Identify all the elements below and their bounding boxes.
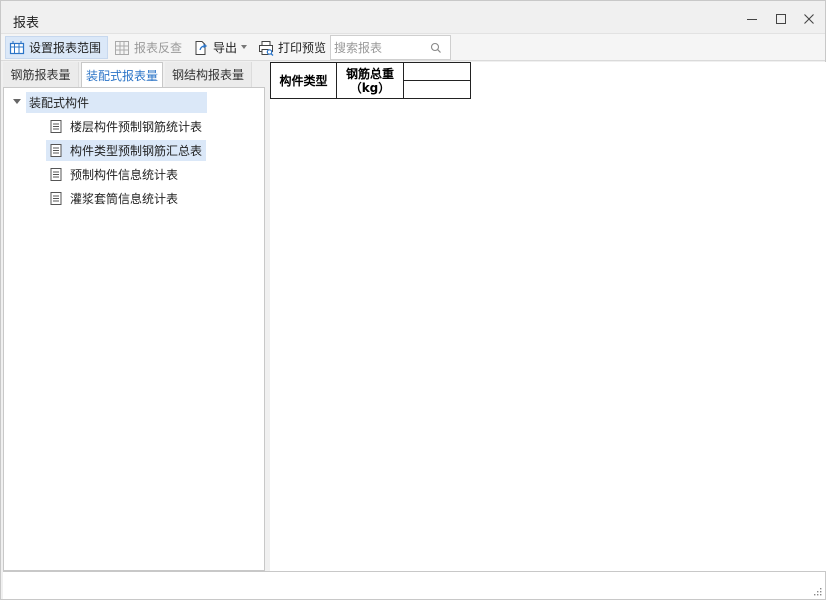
- report-reverse-check-button[interactable]: 报表反查: [111, 36, 185, 59]
- window-title: 报表: [13, 16, 40, 31]
- print-preview-button[interactable]: 打印预览: [255, 36, 329, 59]
- tab-steel-structure-report-label: 钢结构报表量: [171, 68, 244, 82]
- tree-item-floor-prefab-rebar-stats[interactable]: 楼层构件预制钢筋统计表: [46, 116, 206, 137]
- tab-steel-structure-report[interactable]: 钢结构报表量: [165, 62, 252, 87]
- minimize-button[interactable]: [741, 9, 763, 29]
- document-icon: [50, 144, 62, 157]
- document-icon: [50, 120, 62, 133]
- report-table: 构件类型 钢筋总重 （kg）: [270, 62, 471, 99]
- print-preview-label: 打印预览: [278, 41, 327, 55]
- report-tabs: 钢筋报表量 装配式报表量 钢结构报表量: [1, 62, 266, 88]
- search-icon[interactable]: [430, 42, 442, 54]
- close-button[interactable]: [798, 9, 820, 29]
- tree-item-label: 构件类型预制钢筋汇总表: [70, 144, 203, 158]
- header-total-rebar-weight-unit: （kg）: [349, 80, 391, 95]
- header-component-type: 构件类型: [270, 62, 337, 99]
- report-tree-panel: 装配式构件 楼层构件预制钢筋统计表 构件类型预制钢筋汇总表 预制构件信息统计表 …: [3, 87, 265, 571]
- tree-item-label: 预制构件信息统计表: [70, 168, 179, 182]
- report-window: 报表 设置报表范围 报表反查 导出 打印预览 搜索报表 钢筋报表量 装配式报表量…: [0, 0, 826, 600]
- toolbar: 设置报表范围 报表反查 导出 打印预览 搜索报表: [1, 33, 825, 61]
- title-bar: 报表: [1, 1, 825, 33]
- header-empty-cell: [403, 80, 471, 99]
- document-icon: [50, 168, 62, 181]
- export-dropdown-arrow-icon[interactable]: [241, 45, 247, 49]
- expand-arrow-icon[interactable]: [13, 99, 21, 104]
- close-icon: [804, 14, 814, 24]
- tree-item-grout-sleeve-info-stats[interactable]: 灌浆套筒信息统计表: [46, 188, 182, 209]
- maximize-icon: [776, 14, 786, 24]
- tab-prefab-report-label: 装配式报表量: [85, 69, 158, 83]
- tab-rebar-report-label: 钢筋报表量: [10, 68, 71, 82]
- search-box[interactable]: [330, 35, 451, 60]
- header-total-rebar-weight: 钢筋总重 （kg）: [336, 62, 404, 99]
- minimize-icon: [747, 19, 757, 20]
- tree-item-component-type-prefab-rebar-summary[interactable]: 构件类型预制钢筋汇总表: [46, 140, 207, 161]
- header-empty-cell: [403, 62, 471, 81]
- tree-root-label: 装配式构件: [29, 96, 90, 110]
- status-bar: [3, 571, 825, 599]
- export-icon: [195, 40, 208, 55]
- report-reverse-check-label: 报表反查: [134, 41, 183, 55]
- tab-prefab-report[interactable]: 装配式报表量: [81, 62, 163, 88]
- report-range-icon: [9, 40, 25, 54]
- tab-rebar-report[interactable]: 钢筋报表量: [3, 62, 79, 87]
- export-button[interactable]: 导出: [190, 36, 240, 59]
- set-report-range-label: 设置报表范围: [29, 41, 102, 55]
- tree-item-prefab-component-info-stats[interactable]: 预制构件信息统计表: [46, 164, 182, 185]
- tree-root-prefab-components[interactable]: 装配式构件: [26, 92, 207, 113]
- search-input[interactable]: [331, 40, 427, 55]
- export-label: 导出: [213, 41, 238, 55]
- document-icon: [50, 192, 62, 205]
- tree-item-label: 灌浆套筒信息统计表: [70, 192, 179, 206]
- set-report-range-button[interactable]: 设置报表范围: [5, 36, 108, 59]
- resize-grip-icon[interactable]: [814, 588, 822, 596]
- print-preview-icon: [259, 40, 274, 56]
- report-view-panel: 构件类型 钢筋总重 （kg）: [270, 62, 826, 571]
- maximize-button[interactable]: [770, 9, 792, 29]
- tree-item-label: 楼层构件预制钢筋统计表: [70, 120, 203, 134]
- header-total-rebar-weight-title: 钢筋总重: [345, 66, 394, 81]
- reverse-check-grid-icon: [115, 40, 129, 55]
